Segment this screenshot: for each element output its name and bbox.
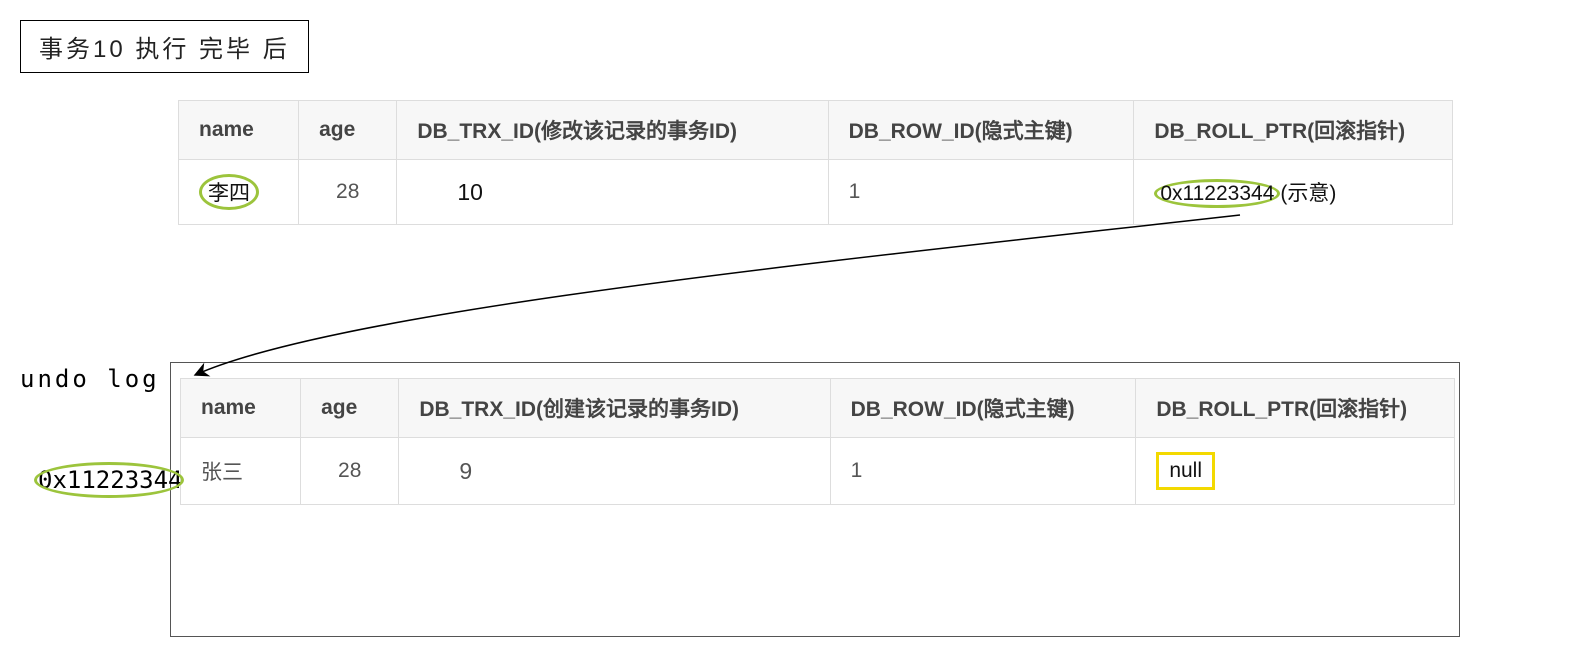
header-trx-id: DB_TRX_ID(创建该记录的事务ID) [399, 379, 830, 438]
diagram-title: 事务10 执行 完毕 后 [20, 20, 309, 73]
header-row-id: DB_ROW_ID(隐式主键) [828, 101, 1134, 160]
current-record-table: name age DB_TRX_ID(修改该记录的事务ID) DB_ROW_ID… [178, 100, 1453, 225]
cell-row-id: 1 [830, 438, 1136, 505]
table-row: 李四 28 10 1 0x11223344(示意) [179, 160, 1453, 225]
undo-log-address: 0x11223344 [38, 466, 183, 494]
cell-name: 张三 [181, 438, 301, 505]
header-roll-ptr: DB_ROLL_PTR(回滚指针) [1134, 101, 1453, 160]
roll-ptr-highlighted: 0x11223344 [1154, 179, 1280, 208]
undo-log-label: undo log [20, 365, 160, 393]
header-roll-ptr: DB_ROLL_PTR(回滚指针) [1136, 379, 1455, 438]
header-age: age [299, 101, 397, 160]
header-trx-id: DB_TRX_ID(修改该记录的事务ID) [397, 101, 828, 160]
table-row: 张三 28 9 1 null [181, 438, 1455, 505]
cell-trx-id: 10 [397, 160, 828, 225]
header-age: age [301, 379, 399, 438]
table-header-row: name age DB_TRX_ID(创建该记录的事务ID) DB_ROW_ID… [181, 379, 1455, 438]
cell-name: 李四 [179, 160, 299, 225]
table-header-row: name age DB_TRX_ID(修改该记录的事务ID) DB_ROW_ID… [179, 101, 1453, 160]
undo-log-table: name age DB_TRX_ID(创建该记录的事务ID) DB_ROW_ID… [180, 378, 1455, 505]
cell-trx-id: 9 [399, 438, 830, 505]
header-row-id: DB_ROW_ID(隐式主键) [830, 379, 1136, 438]
cell-age: 28 [301, 438, 399, 505]
name-highlighted: 李四 [199, 174, 259, 210]
cell-roll-ptr: 0x11223344(示意) [1134, 160, 1453, 225]
roll-ptr-note: (示意) [1280, 182, 1336, 205]
roll-ptr-null-highlighted: null [1156, 452, 1215, 490]
cell-roll-ptr: null [1136, 438, 1455, 505]
cell-age: 28 [299, 160, 397, 225]
cell-row-id: 1 [828, 160, 1134, 225]
header-name: name [181, 379, 301, 438]
header-name: name [179, 101, 299, 160]
